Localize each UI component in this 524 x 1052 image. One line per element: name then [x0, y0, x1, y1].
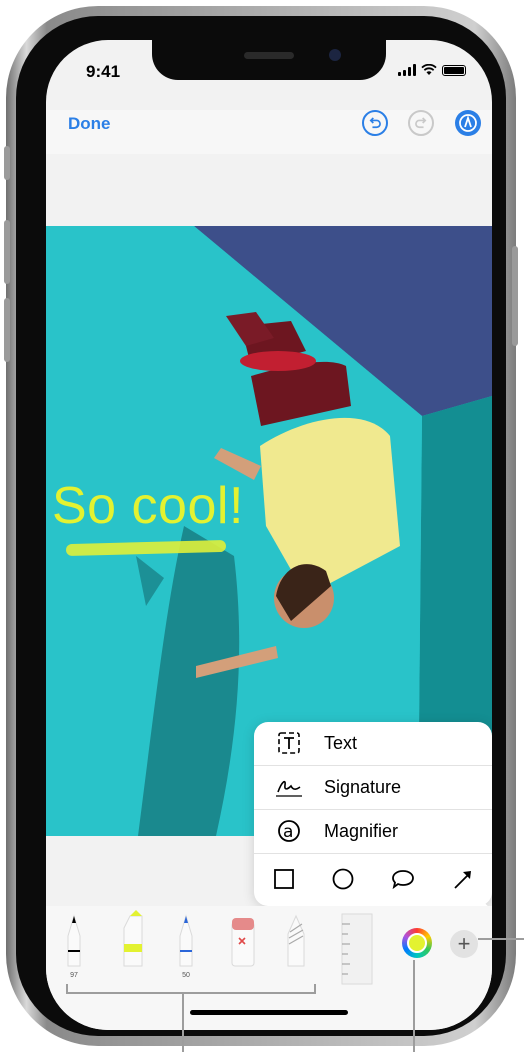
- markup-add-menu: Text Signature a Magnifier: [254, 722, 492, 906]
- shape-picker: [254, 854, 492, 904]
- menu-item-text[interactable]: Text: [254, 722, 492, 764]
- signature-icon: [274, 774, 304, 800]
- status-icons: [398, 64, 466, 76]
- color-picker-button[interactable]: [402, 928, 432, 958]
- volume-down-button: [4, 298, 10, 362]
- magnifier-icon: a: [274, 818, 304, 844]
- speech-bubble-icon[interactable]: [390, 867, 416, 891]
- callout-tools-bracket-left: [66, 984, 68, 994]
- menu-item-label: Text: [324, 732, 358, 753]
- cellular-signal-icon: [398, 64, 416, 76]
- notch: [152, 40, 386, 80]
- callout-color-stem: [413, 960, 415, 1052]
- pencil-tool-blue[interactable]: [179, 914, 193, 967]
- selected-color-swatch: [407, 933, 427, 953]
- wifi-icon: [421, 64, 437, 75]
- pencil-width-label: 50: [182, 972, 190, 979]
- battery-icon: [442, 65, 466, 76]
- front-camera: [329, 49, 341, 61]
- menu-item-label: Magnifier: [324, 820, 399, 841]
- done-button[interactable]: Done: [68, 114, 111, 134]
- callout-tools-stem: [182, 992, 184, 1052]
- square-icon[interactable]: [272, 867, 296, 891]
- side-button: [512, 246, 518, 346]
- home-indicator[interactable]: [190, 1010, 348, 1015]
- highlighter-tool[interactable]: [123, 910, 143, 967]
- volume-up-button: [4, 220, 10, 284]
- menu-item-signature[interactable]: Signature: [254, 766, 492, 808]
- circle-icon[interactable]: [331, 867, 355, 891]
- menu-item-magnifier[interactable]: a Magnifier: [254, 810, 492, 852]
- menu-item-label: Signature: [324, 776, 402, 797]
- pen-tool[interactable]: [67, 914, 81, 967]
- plus-icon: +: [457, 931, 471, 956]
- text-box-icon: [274, 730, 304, 756]
- speaker-grille: [244, 52, 294, 59]
- callout-tools-bracket: [66, 992, 316, 994]
- screen: 9:41 Done So cool! Text Signature a Magn…: [46, 40, 492, 1030]
- eraser-tool[interactable]: [231, 918, 255, 967]
- add-button[interactable]: +: [450, 930, 478, 958]
- arrow-icon[interactable]: [451, 867, 475, 891]
- status-time: 9:41: [86, 62, 121, 81]
- ruler-tool[interactable]: [341, 913, 373, 985]
- bezel: 9:41 Done So cool! Text Signature a Magn…: [16, 16, 506, 1036]
- svg-text:a: a: [283, 822, 293, 842]
- iphone-frame: 9:41 Done So cool! Text Signature a Magn…: [4, 6, 518, 1046]
- markup-toggle-icon[interactable]: [455, 110, 481, 136]
- markup-nav-bar: Done: [46, 110, 492, 154]
- lasso-tool[interactable]: [287, 914, 305, 967]
- text-annotation[interactable]: So cool!: [52, 476, 244, 536]
- callout-tools-bracket-right: [314, 984, 316, 994]
- callout-add-line: [478, 938, 524, 940]
- undo-icon[interactable]: [362, 110, 388, 136]
- pen-width-label: 97: [70, 972, 78, 979]
- mute-switch: [4, 146, 10, 180]
- redo-icon[interactable]: [408, 110, 434, 136]
